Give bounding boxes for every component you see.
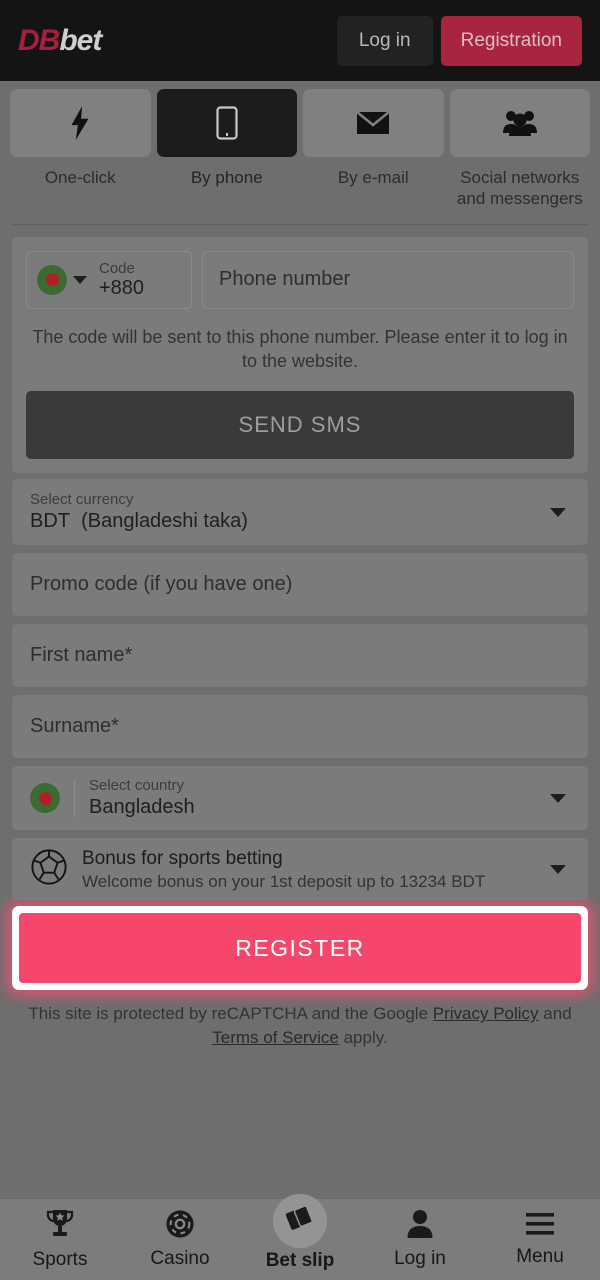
phone-number-input[interactable]: Phone number: [202, 250, 574, 309]
bangladesh-flag-icon: [30, 783, 60, 814]
chevron-down-icon: [550, 508, 566, 518]
country-label: Select country: [89, 776, 185, 794]
phone-hint-text: The code will be sent to this phone numb…: [32, 326, 568, 372]
logo-db-text: DB: [18, 23, 60, 57]
recaptcha-notice: This site is protected by reCAPTCHA and …: [14, 1002, 586, 1050]
promo-code-input[interactable]: Promo code (if you have one): [12, 553, 588, 617]
chevron-down-icon: [550, 865, 566, 875]
chevron-down-icon: [550, 794, 566, 804]
registration-form: Code +880 Phone number The code will be …: [0, 225, 600, 901]
tab-by-email-label: By e-mail: [337, 168, 409, 187]
currency-selector[interactable]: Select currency BDT (Bangladeshi taka): [12, 479, 588, 546]
header-actions: Log in Registration: [336, 15, 582, 66]
nav-item-login[interactable]: Log in: [360, 1209, 480, 1270]
tab-one-click-label: One-click: [44, 168, 116, 187]
nav-item-sports-label: Sports: [32, 1249, 88, 1270]
bet-slip-cards-icon: [285, 1204, 315, 1237]
trophy-icon: [45, 1208, 75, 1245]
country-code-selector[interactable]: Code +880: [26, 250, 192, 309]
recaptcha-text-middle: and: [538, 1004, 572, 1024]
terms-of-service-link[interactable]: Terms of Service: [212, 1028, 339, 1047]
soccer-ball-icon: [30, 848, 68, 891]
tab-by-phone[interactable]: By phone: [156, 89, 297, 210]
nav-item-menu-label: Menu: [516, 1246, 564, 1267]
tab-by-phone-box: [156, 89, 297, 157]
nav-item-bet-slip[interactable]: Bet slip: [240, 1193, 360, 1272]
hamburger-menu-icon: [525, 1211, 555, 1242]
tab-by-email-box: [303, 89, 444, 157]
country-code-text: Code +880: [99, 260, 144, 300]
tab-social-networks[interactable]: Social networks and messengers: [449, 89, 590, 210]
casino-chip-icon: [165, 1209, 195, 1244]
nav-item-sports[interactable]: Sports: [0, 1208, 120, 1271]
nav-item-menu[interactable]: Menu: [480, 1211, 600, 1268]
nav-item-casino-label: Casino: [150, 1248, 210, 1269]
currency-name: (Bangladeshi taka): [81, 509, 248, 532]
code-value: +880: [99, 276, 145, 299]
registration-method-tabs: One-click By phone By e-mail Social netw…: [0, 81, 600, 210]
mobile-phone-icon: [216, 106, 238, 140]
recaptcha-text-after: apply.: [338, 1028, 388, 1048]
register-button[interactable]: REGISTER: [19, 913, 581, 984]
currency-value: BDT (Bangladeshi taka): [30, 509, 248, 534]
envelope-icon: [356, 110, 391, 136]
header-registration-button[interactable]: Registration: [440, 15, 582, 66]
code-label: Code: [99, 259, 135, 277]
bonus-title: Bonus for sports betting: [82, 847, 283, 869]
tab-by-phone-label: By phone: [190, 168, 263, 187]
surname-input[interactable]: Surname*: [12, 695, 588, 759]
country-value: Bangladesh: [89, 795, 195, 818]
chevron-down-icon: [73, 275, 87, 284]
user-person-icon: [407, 1209, 433, 1244]
currency-label: Select currency: [30, 490, 134, 508]
logo-bet-text: bet: [59, 23, 102, 57]
registration-screen: DBbet Log in Registration One-click By p…: [0, 0, 600, 1280]
recaptcha-text-before: This site is protected by reCAPTCHA and …: [28, 1004, 433, 1024]
currency-code: BDT: [30, 509, 70, 532]
privacy-policy-link[interactable]: Privacy Policy: [433, 1004, 539, 1023]
phone-row: Code +880 Phone number: [26, 250, 574, 309]
app-header: DBbet Log in Registration: [0, 0, 600, 81]
bonus-selector[interactable]: Bonus for sports betting Welcome bonus o…: [12, 838, 588, 901]
people-group-icon: [502, 109, 538, 137]
nav-item-bet-slip-label: Bet slip: [265, 1249, 335, 1271]
divider: [74, 779, 75, 818]
bonus-text: Bonus for sports betting Welcome bonus o…: [82, 847, 485, 892]
dbbet-logo[interactable]: DBbet: [18, 23, 102, 58]
bonus-description: Welcome bonus on your 1st deposit up to …: [82, 871, 486, 891]
country-selector[interactable]: Select country Bangladesh: [12, 766, 588, 831]
tab-social-networks-box: [449, 89, 590, 157]
send-sms-button[interactable]: SEND SMS: [26, 391, 574, 460]
first-name-input[interactable]: First name*: [12, 624, 588, 688]
bet-slip-circle: [273, 1193, 327, 1248]
tab-one-click-box: [10, 89, 151, 157]
tab-by-email[interactable]: By e-mail: [303, 89, 444, 210]
page-body: One-click By phone By e-mail Social netw…: [0, 81, 600, 1050]
lightning-bolt-icon: [67, 106, 93, 140]
bottom-navigation: Sports Casino Bet slip Log in Menu: [0, 1193, 600, 1280]
nav-item-casino[interactable]: Casino: [120, 1209, 240, 1270]
phone-panel: Code +880 Phone number The code will be …: [12, 236, 588, 474]
register-button-highlight: REGISTER: [12, 906, 588, 991]
header-login-button[interactable]: Log in: [336, 15, 433, 66]
country-text: Select country Bangladesh: [89, 777, 195, 820]
nav-item-login-label: Log in: [394, 1248, 446, 1269]
tab-one-click[interactable]: One-click: [10, 89, 151, 210]
tab-social-networks-label: Social networks and messengers: [456, 168, 583, 209]
bangladesh-flag-icon: [37, 264, 67, 295]
